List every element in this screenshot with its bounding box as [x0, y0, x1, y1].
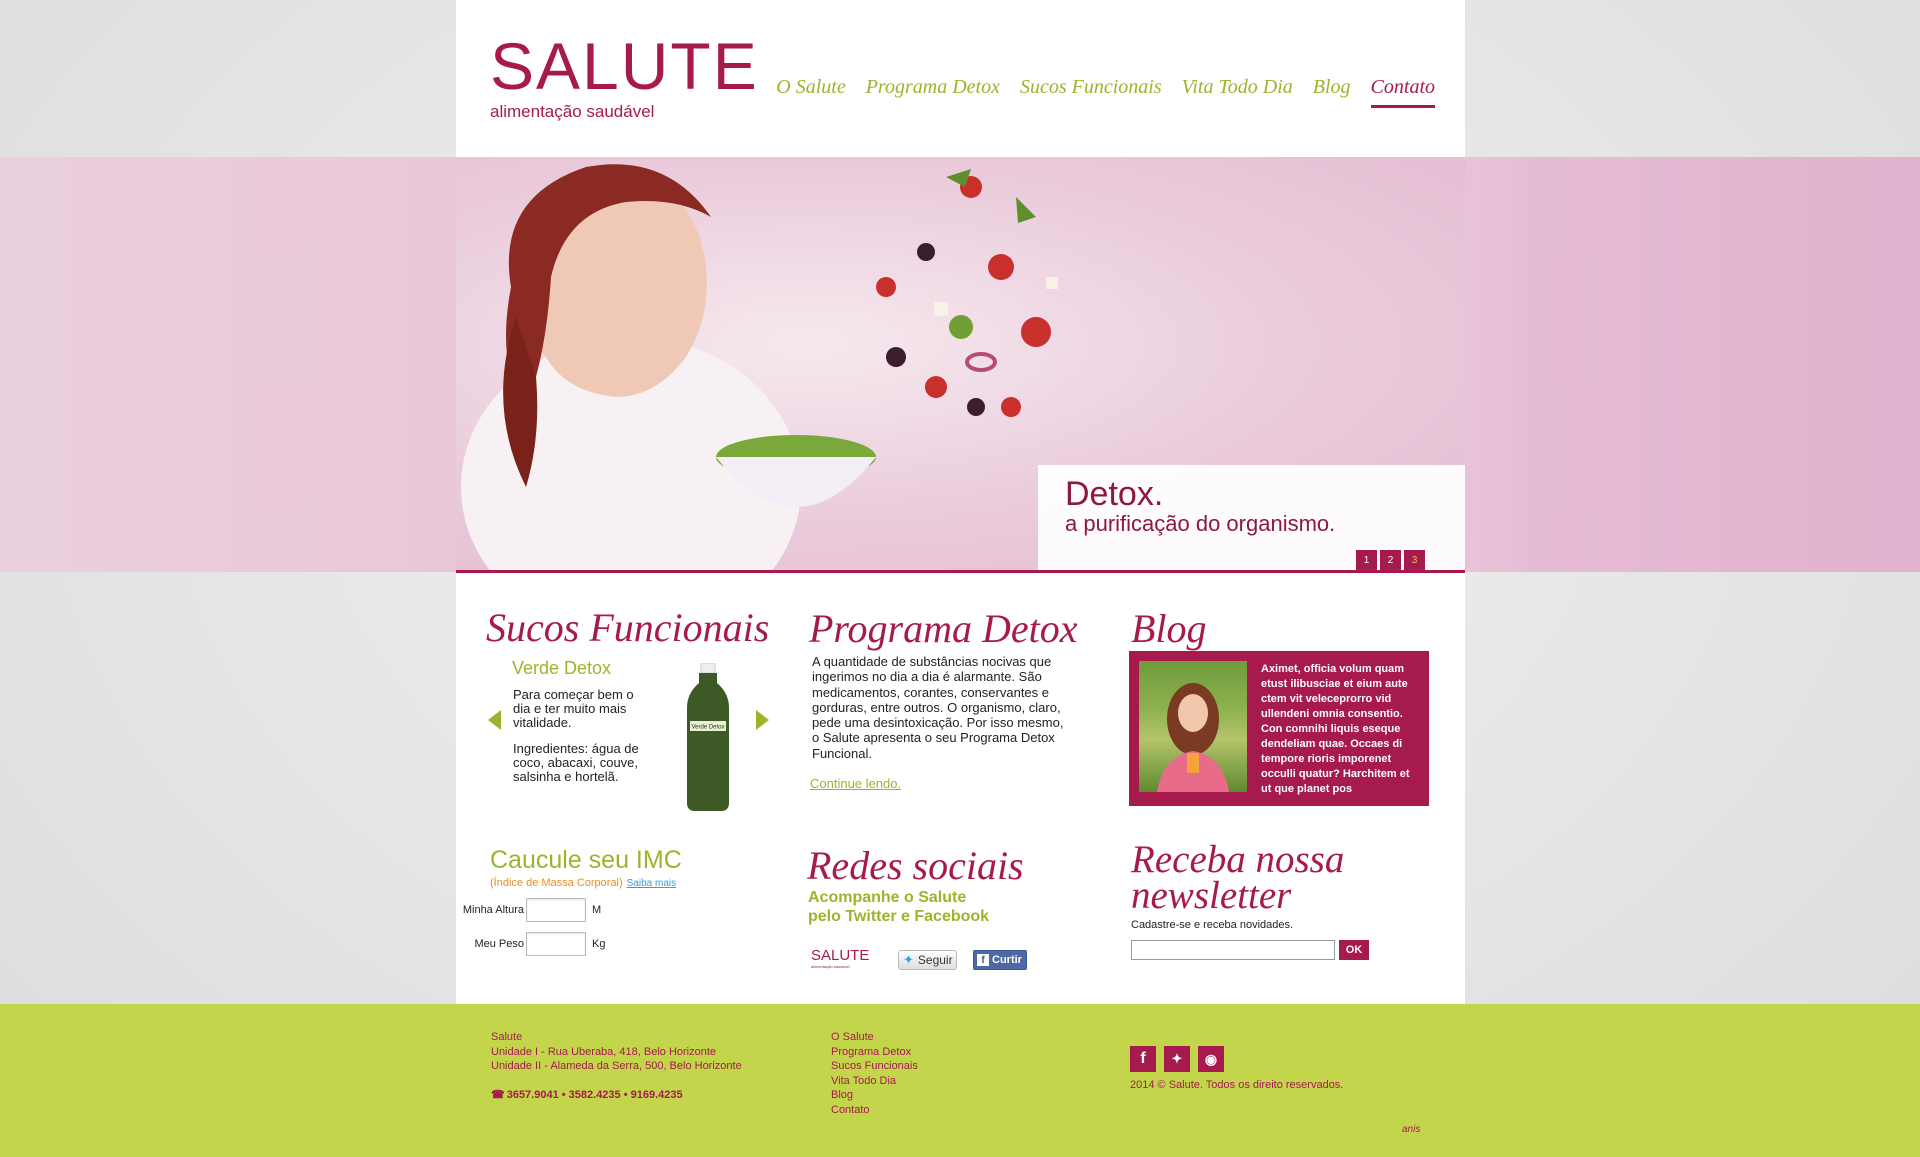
weight-label: Meu Peso — [474, 938, 524, 950]
redes-title: Redes sociais — [807, 843, 1024, 888]
height-row: Minha Altura M — [456, 898, 601, 922]
imc-subtitle-text: (Índice de Massa Corporal) — [490, 877, 623, 889]
chevron-left-icon[interactable] — [488, 710, 501, 730]
hero-divider — [456, 570, 1465, 573]
phone-icon: ☎ — [491, 1089, 505, 1101]
blog-photo — [1139, 661, 1247, 792]
instagram-icon[interactable]: ◉ — [1198, 1046, 1224, 1072]
footer-social-icons: f ✦ ◉ — [1130, 1046, 1224, 1072]
twitter-bird-icon: ✦ — [903, 952, 914, 967]
product-ingredients: Ingredientes: água de coco, abacaxi, cou… — [513, 741, 639, 784]
continue-reading-link[interactable]: Continue lendo. — [810, 776, 901, 791]
newsletter-email-input[interactable] — [1131, 940, 1335, 960]
juice-bottle-image: Verde Detox — [687, 663, 729, 811]
footer-phones: ☎ 3657.9041 • 3582.4235 • 9169.4235 — [491, 1088, 683, 1102]
product-name: Verde Detox — [512, 658, 612, 678]
height-label: Minha Altura — [462, 904, 524, 916]
footer-link-vita-todo-dia[interactable]: Vita Todo Dia — [831, 1074, 918, 1089]
footer-address-line-2: Unidade I - Rua Uberaba, 418, Belo Horiz… — [491, 1045, 717, 1058]
facebook-like-button[interactable]: f Curtir — [973, 950, 1027, 970]
mini-logo: SALUTE alimentação saudável — [811, 947, 869, 969]
nav-item-vita-todo-dia[interactable]: Vita Todo Dia — [1182, 76, 1293, 108]
nav-item-programa-detox[interactable]: Programa Detox — [866, 76, 1000, 108]
redes-subtitle: Acompanhe o Salute pelo Twitter e Facebo… — [808, 888, 989, 926]
product-intro: Para começar bem o dia e ter muito mais … — [513, 687, 634, 730]
logo-tagline: alimentação saudável — [490, 102, 655, 121]
nav-item-o-salute[interactable]: O Salute — [776, 76, 845, 108]
footer-address: Salute Unidade I - Rua Uberaba, 418, Bel… — [491, 1030, 742, 1074]
footer-link-blog[interactable]: Blog — [831, 1088, 918, 1103]
chevron-right-icon[interactable] — [756, 710, 769, 730]
footer-link-contato[interactable]: Contato — [831, 1103, 918, 1118]
hero-title: Detox. — [1065, 475, 1164, 513]
twitter-follow-button[interactable]: ✦ Seguir — [898, 950, 957, 970]
hero-caption: Detox. a purificação do organismo. 1 2 3 — [1038, 465, 1465, 570]
redes-subtitle-line-1: Acompanhe o Salute — [808, 889, 967, 906]
product-description: Para começar bem o dia e ter muito mais … — [513, 688, 653, 796]
facebook-icon[interactable]: f — [1130, 1046, 1156, 1072]
footer-address-line-3: Unidade II - Alameda da Serra, 500, Belo… — [491, 1060, 742, 1072]
height-input[interactable] — [526, 898, 586, 922]
slide-dot-2[interactable]: 2 — [1380, 550, 1401, 570]
like-label: Curtir — [992, 954, 1022, 966]
facebook-icon: f — [977, 954, 989, 966]
footer-credit[interactable]: anis — [1402, 1124, 1420, 1135]
sucos-title: Sucos Funcionais — [486, 605, 770, 650]
slide-dot-3[interactable]: 3 — [1404, 550, 1425, 570]
detox-title: Programa Detox — [809, 606, 1078, 651]
nav-item-blog[interactable]: Blog — [1313, 76, 1351, 108]
blog-title: Blog — [1131, 606, 1207, 651]
slide-dot-1[interactable]: 1 — [1356, 550, 1377, 570]
footer — [0, 1004, 1920, 1157]
follow-label: Seguir — [917, 953, 953, 967]
logo[interactable]: SALUTE alimentação saudável — [490, 29, 759, 122]
nav-item-sucos-funcionais[interactable]: Sucos Funcionais — [1020, 76, 1162, 108]
main-nav: O Salute Programa Detox Sucos Funcionais… — [776, 76, 1435, 108]
weight-row: Meu Peso Kg — [456, 932, 605, 956]
newsletter-title: Receba nossa newsletter — [1131, 838, 1345, 917]
blog-excerpt: Aximet, officia volum quam etust ilibusc… — [1261, 663, 1410, 795]
imc-more-link[interactable]: Saiba mais — [627, 878, 676, 889]
height-unit: M — [592, 904, 602, 916]
bottle-label: Verde Detox — [691, 725, 724, 731]
footer-links: O Salute Programa Detox Sucos Funcionais… — [831, 1030, 918, 1117]
weight-input[interactable] — [526, 932, 586, 956]
detox-text: A quantidade de substâncias nocivas que … — [812, 654, 1064, 761]
slider-pagination: 1 2 3 — [1356, 550, 1425, 570]
newsletter-subtitle: Cadastre-se e receba novidades. — [1131, 919, 1294, 931]
footer-link-programa-detox[interactable]: Programa Detox — [831, 1045, 918, 1060]
mini-logo-tagline: alimentação saudável — [811, 964, 850, 969]
mini-logo-word: SALUTE — [811, 947, 870, 964]
twitter-icon[interactable]: ✦ — [1164, 1046, 1190, 1072]
logo-wordmark: SALUTE — [490, 29, 759, 103]
hero-subtitle: a purificação do organismo. — [1065, 511, 1336, 536]
redes-subtitle-line-2: pelo Twitter e Facebook — [808, 908, 990, 925]
imc-subtitle: (Índice de Massa Corporal) Saiba mais — [490, 877, 676, 889]
nav-item-contato[interactable]: Contato — [1370, 76, 1435, 108]
footer-address-line-1: Salute — [491, 1031, 523, 1043]
weight-unit: Kg — [592, 938, 606, 950]
footer-phone-numbers: 3657.9041 • 3582.4235 • 9169.4235 — [506, 1088, 683, 1101]
imc-title: Caucule seu IMC — [490, 846, 682, 874]
footer-link-sucos-funcionais[interactable]: Sucos Funcionais — [831, 1059, 918, 1074]
footer-link-o-salute[interactable]: O Salute — [831, 1030, 918, 1045]
footer-copyright: 2014 © Salute. Todos os direito reservad… — [1130, 1079, 1344, 1091]
newsletter-submit-button[interactable]: OK — [1339, 940, 1369, 960]
blog-card[interactable]: Aximet, officia volum quam etust ilibusc… — [1129, 651, 1429, 806]
